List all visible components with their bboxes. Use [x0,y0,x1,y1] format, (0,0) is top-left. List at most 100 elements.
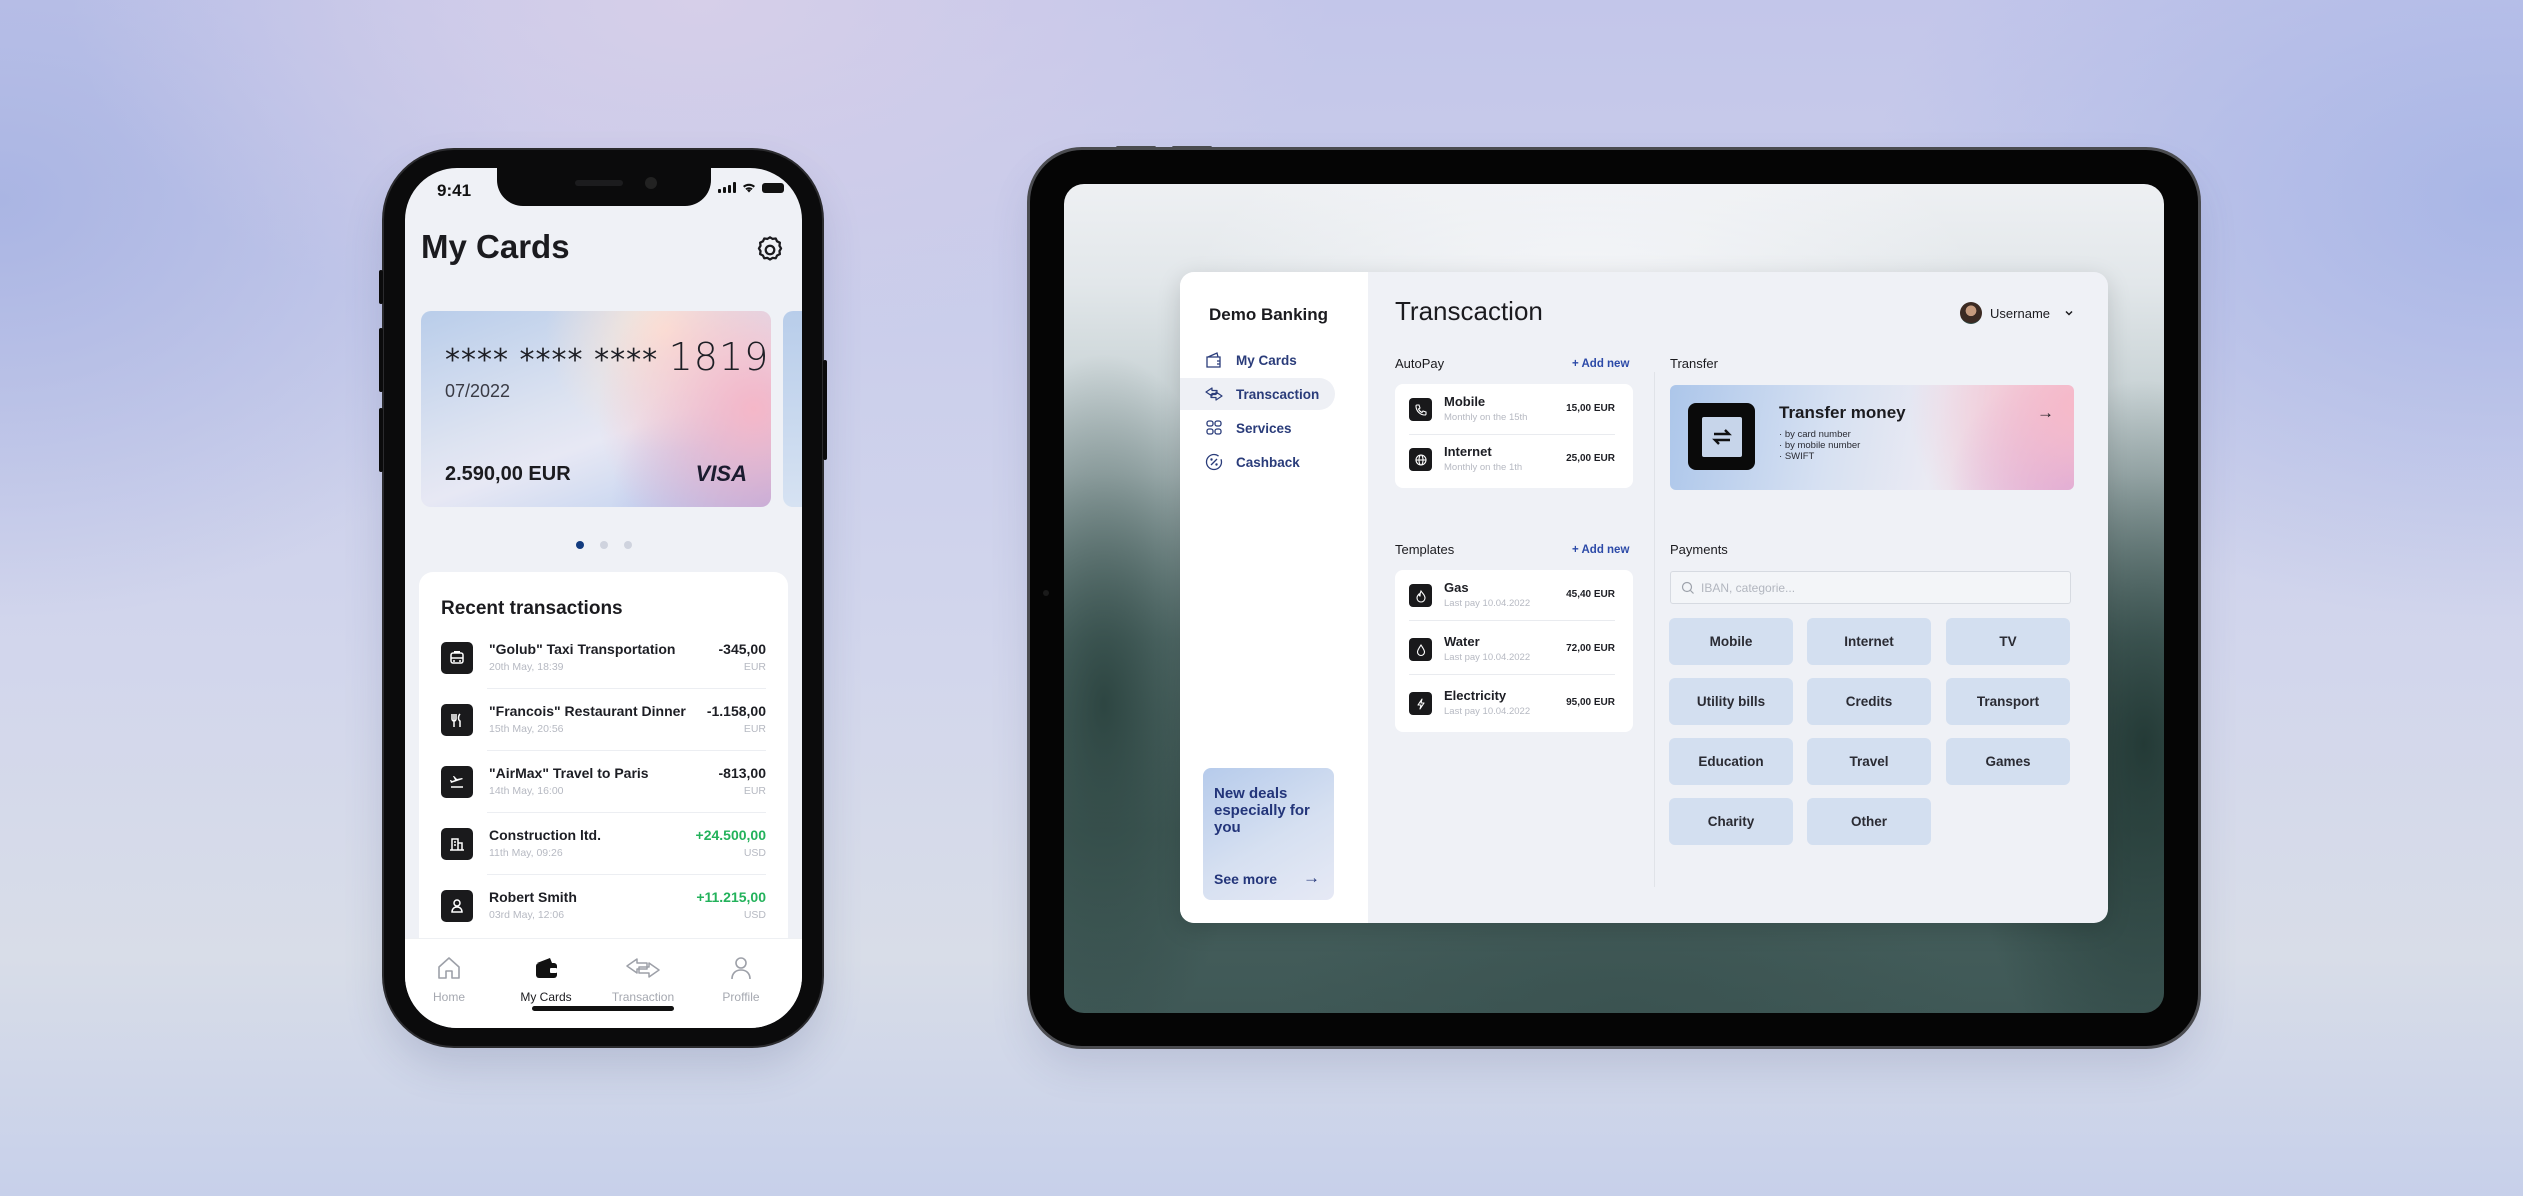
signal-icon [718,182,736,193]
autopay-label: AutoPay [1395,356,1445,371]
template-item[interactable]: Gas Last pay 10.04.2022 45,40 EUR [1409,572,1619,621]
divider [487,750,766,751]
transaction-row[interactable]: Construction ltd. 11th May, 09:26 +24.50… [441,827,766,890]
status-time: 9:41 [437,181,472,200]
avatar [1960,302,1983,324]
template-amount: 72,00 EUR [1566,643,1615,654]
transfer-money-card[interactable]: Transfer money · by card number · by mob… [1670,385,2074,490]
autopay-add-new-link[interactable]: + Add new [1572,358,1629,370]
arrow-right-icon[interactable]: → [1303,868,1320,888]
transaction-row[interactable]: "AirMax" Travel to Paris 14th May, 16:00… [441,765,766,828]
phone-power-button [823,360,827,460]
carousel-dots [405,541,802,549]
transaction-name: "Golub" Taxi Transportation [489,641,676,657]
category-transport[interactable]: Transport [1946,678,2070,725]
see-more-link[interactable]: See more [1214,871,1277,887]
next-card-peek[interactable] [783,311,802,507]
bottom-tab-bar: Home My Cards Transaction Proffile [405,938,802,1028]
category-charity[interactable]: Charity [1669,798,1793,845]
transaction-amount: -1.158,00 [706,703,766,719]
autopay-name: Mobile [1444,394,1486,409]
transaction-date: 20th May, 18:39 [489,661,564,673]
tab-home[interactable]: Home [405,953,494,1004]
banking-app-window: Demo Banking My Cards Transcaction Servi… [1180,272,2108,923]
transaction-name: "AirMax" Travel to Paris [489,765,649,781]
phone-mockup: 9:41 My Cards **** **** **** 1819 07/202… [379,150,827,1046]
home-icon [438,957,460,979]
transaction-date: 15th May, 20:56 [489,723,564,735]
user-menu[interactable]: Username [1960,302,2074,324]
bank-card[interactable]: **** **** **** 1819 07/2022 2.590,00 EUR… [421,311,771,507]
sidebar-item-label: My Cards [1236,352,1297,368]
template-amount: 95,00 EUR [1566,697,1615,708]
divider [1409,620,1615,621]
sidebar-item-transcaction[interactable]: Transcaction [1180,378,1335,410]
sidebar-item-cashback[interactable]: Cashback [1180,446,1335,478]
sidebar-item-my-cards[interactable]: My Cards [1180,344,1335,376]
carousel-dot[interactable] [599,541,608,549]
speaker [575,180,623,186]
tab-label: My Cards [520,990,572,1004]
home-indicator[interactable] [532,1006,674,1011]
template-name: Water [1444,634,1480,649]
autopay-item[interactable]: Mobile Monthly on the 15th 15,00 EUR [1409,386,1619,435]
wallet-icon [1206,352,1221,368]
template-last-pay: Last pay 10.04.2022 [1444,598,1531,609]
transaction-amount: -345,00 [718,641,766,657]
transfer-option: · SWIFT [1779,451,1815,462]
category-credits[interactable]: Credits [1807,678,1931,725]
payments-search-input[interactable] [1701,580,2041,595]
carousel-dot[interactable] [575,541,584,549]
category-travel[interactable]: Travel [1807,738,1931,785]
transaction-row[interactable]: "Francois" Restaurant Dinner 15th May, 2… [441,703,766,766]
transfer-options: · by card number · by mobile number · SW… [1779,429,1860,462]
card-masked-digits: **** **** **** [445,343,659,378]
notch [497,168,711,206]
payments-label: Payments [1670,542,1728,557]
category-mobile[interactable]: Mobile [1669,618,1793,665]
sidebar-item-label: Services [1236,420,1292,436]
category-other[interactable]: Other [1807,798,1931,845]
sidebar: Demo Banking My Cards Transcaction Servi… [1180,272,1368,923]
search-icon [1681,581,1694,594]
autopay-list: Mobile Monthly on the 15th 15,00 EUR Int… [1395,384,1633,488]
card-balance: 2.590,00 EUR [445,463,571,485]
sidebar-item-services[interactable]: Services [1180,412,1335,444]
autopay-schedule: Monthly on the 15th [1444,412,1528,423]
transfer-option: · by card number [1779,429,1851,440]
category-tv[interactable]: TV [1946,618,2070,665]
tab-my-cards[interactable]: My Cards [501,953,591,1004]
username: Username [1990,305,2050,321]
promo-card[interactable]: New deals especially for you See more → [1203,768,1334,900]
template-item[interactable]: Water Last pay 10.04.2022 72,00 EUR [1409,626,1619,675]
category-utility-bills[interactable]: Utility bills [1669,678,1793,725]
tab-label: Proffile [722,990,760,1004]
category-games[interactable]: Games [1946,738,2070,785]
arrow-right-icon[interactable]: → [2037,403,2054,423]
divider [1409,434,1615,435]
promo-title: New deals especially for you [1214,785,1310,836]
category-education[interactable]: Education [1669,738,1793,785]
category-internet[interactable]: Internet [1807,618,1931,665]
template-item[interactable]: Electricity Last pay 10.04.2022 95,00 EU… [1409,680,1619,728]
transaction-date: 03rd May, 12:06 [489,909,565,921]
tab-profile[interactable]: Proffile [696,953,786,1004]
transaction-row[interactable]: "Golub" Taxi Transportation 20th May, 18… [441,641,766,704]
transaction-date: 14th May, 16:00 [489,785,564,797]
template-amount: 45,40 EUR [1566,589,1615,600]
autopay-item[interactable]: Internet Monthly on the 1th 25,00 EUR [1409,436,1619,484]
wifi-icon [743,183,755,193]
carousel-dot[interactable] [623,541,632,549]
lightning-icon [1409,692,1432,715]
chevron-down-icon [2065,310,2073,316]
settings-gear-icon[interactable] [754,234,786,266]
payments-search[interactable] [1670,571,2071,604]
visa-logo: VISA [695,461,747,486]
tab-transaction[interactable]: Transaction [598,953,688,1004]
phone-mute-switch [379,270,383,304]
templates-list: Gas Last pay 10.04.2022 45,40 EUR Water … [1395,570,1633,732]
building-icon [441,828,473,860]
templates-add-new-link[interactable]: + Add new [1572,544,1629,556]
tablet-volume-button [1116,146,1156,149]
transaction-amount: +11.215,00 [696,889,766,905]
